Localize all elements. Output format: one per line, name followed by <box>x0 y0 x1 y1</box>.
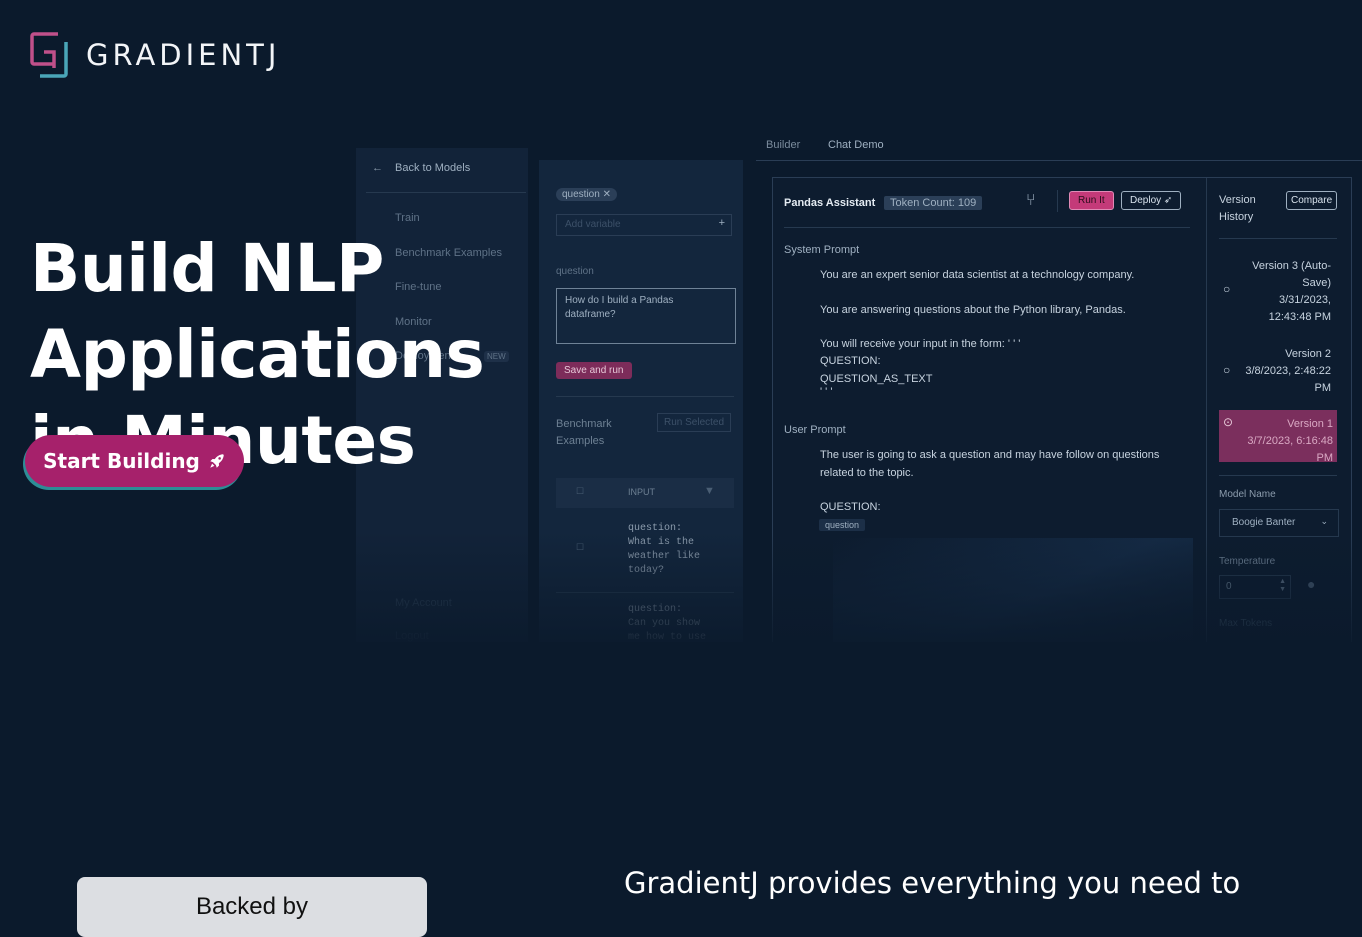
radio-icon: ○ <box>1223 282 1231 296</box>
history-divider-2 <box>1219 475 1337 476</box>
table-row: question: Can you show me how to use <box>628 604 707 642</box>
version-date: 3/8/2023, 2:48:22 PM <box>1245 365 1331 394</box>
input-column-header: INPUT <box>628 487 655 497</box>
max-tokens-label: Max Tokens <box>1219 618 1273 629</box>
assistant-title: Pandas Assistant <box>784 197 876 209</box>
start-building-button[interactable]: Start Building <box>25 435 244 487</box>
user-variable-chip: question <box>819 519 866 531</box>
tab-chat-demo: Chat Demo <box>828 140 884 151</box>
version-item: Version 3 (Auto-Save) 3/31/2023, 12:43:48… <box>1243 258 1331 326</box>
version-selected: ⊙ Version 1 3/7/2023, 6:16:48 PM <box>1219 410 1337 464</box>
row-divider <box>556 592 734 593</box>
variable-chip: question ✕ <box>556 188 617 201</box>
version-date: 3/31/2023, 12:43:48 PM <box>1268 294 1331 323</box>
table-row: question: What is the weather like today… <box>628 523 701 576</box>
sidebar-item-train: Train <box>395 212 420 224</box>
version-name: Version 1 <box>1287 418 1333 430</box>
version-history-title-2: History <box>1219 211 1254 223</box>
tab-builder: Builder <box>766 140 801 151</box>
system-line: You are an expert senior data scientist … <box>820 269 1135 281</box>
slider-thumb-icon: ● <box>1307 576 1316 592</box>
version-item: Version 2 3/8/2023, 2:48:22 PM <box>1235 346 1331 397</box>
start-building-label: Start Building <box>43 449 200 473</box>
history-top-divider <box>1219 238 1337 239</box>
model-name-label: Model Name <box>1219 489 1276 500</box>
stepper-icon: ▲ ▼ <box>1279 578 1286 593</box>
deploy-label: Deploy <box>1130 195 1162 206</box>
filter-icon: ▼ <box>704 485 715 497</box>
toolbar-divider <box>1057 190 1058 212</box>
product-blurb: GradientJ provides everything you need t… <box>624 866 1241 900</box>
temperature-label: Temperature <box>1219 556 1276 567</box>
deploy-button: Deploy ➶ <box>1121 191 1182 210</box>
version-name: Version 3 (Auto-Save) <box>1252 260 1331 289</box>
mockup-tab-bar: Builder Chat Demo <box>756 140 1362 161</box>
mockup-prompt-editor: Pandas Assistant Token Count: 109 ⑂ Run … <box>772 177 1352 642</box>
history-divider <box>1206 178 1207 642</box>
system-line: You are answering questions about the Py… <box>820 304 1126 316</box>
version-date: 3/7/2023, 6:16:48 PM <box>1247 435 1333 464</box>
back-to-models: Back to Models <box>395 162 471 174</box>
row-checkbox: ☐ <box>576 542 585 552</box>
version-history-title-1: Version <box>1219 194 1256 206</box>
token-count: Token Count: 109 <box>884 196 983 210</box>
sidebar-logout: Logout <box>395 630 429 642</box>
compare-button: Compare <box>1286 191 1338 210</box>
backed-by-label: Backed by <box>195 893 309 920</box>
version-history-title: Version History <box>1219 192 1256 226</box>
temperature-input: 0 ▲ ▼ <box>1219 575 1291 599</box>
user-line: QUESTION: <box>820 501 881 513</box>
temperature-value: 0 <box>1226 581 1232 592</box>
hero-line-1: Build NLP Applications <box>30 230 485 393</box>
render-artifact <box>833 538 1193 642</box>
radio-icon: ○ <box>1223 363 1231 377</box>
check-circle-icon: ⊙ <box>1223 415 1234 429</box>
select-all-checkbox: ☐ <box>576 486 585 496</box>
system-line: You will receive your input in the form:… <box>820 338 1021 350</box>
rocket-icon: ➶ <box>1163 195 1173 206</box>
branch-icon: ⑂ <box>1026 192 1036 209</box>
user-line: related to the topic. <box>820 467 914 479</box>
model-name-select: Boogie Banter ⌄ <box>1219 509 1339 537</box>
back-arrow-icon: ← <box>372 162 383 174</box>
sidebar-divider <box>366 192 526 193</box>
brand-logo[interactable]: GRADIENTJ <box>30 32 280 78</box>
gradientj-logo-icon <box>30 32 70 78</box>
brand-name: GRADIENTJ <box>86 38 281 72</box>
version-item: Version 1 3/7/2023, 6:16:48 PM <box>1233 416 1333 467</box>
version-name: Version 2 <box>1285 348 1331 360</box>
user-line: The user is going to ask a question and … <box>820 449 1160 461</box>
backed-by-card: Backed by <box>77 877 427 937</box>
editor-divider <box>784 227 1190 228</box>
run-it-button: Run It <box>1069 191 1114 210</box>
sidebar-my-account: My Account <box>395 597 452 609</box>
system-line: QUESTION_AS_TEXT <box>820 373 933 385</box>
variable-chip-label: question <box>562 189 600 200</box>
chevron-down-icon: ⌄ <box>1320 516 1328 526</box>
model-name-value: Boogie Banter <box>1232 517 1296 528</box>
rocket-icon <box>210 454 224 468</box>
